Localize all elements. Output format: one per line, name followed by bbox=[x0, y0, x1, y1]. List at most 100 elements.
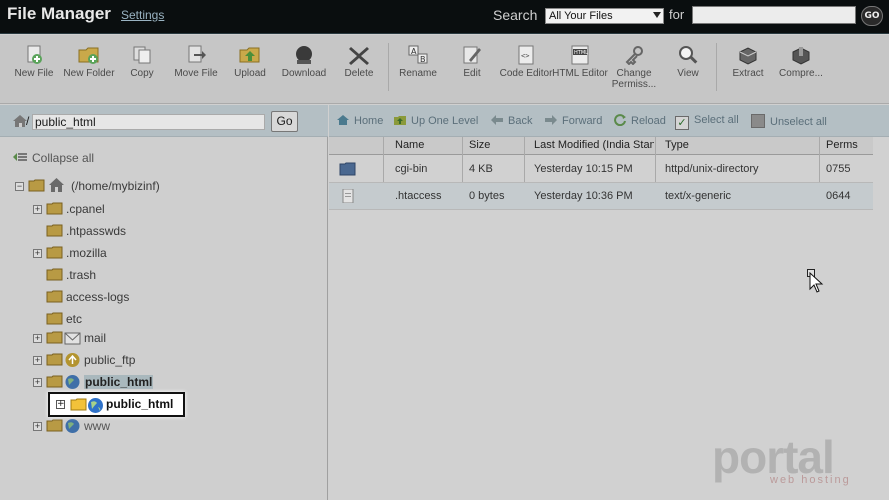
expand-toggle-icon[interactable]: + bbox=[33, 422, 42, 431]
compress-button[interactable]: Compre... bbox=[773, 45, 829, 79]
download-button[interactable]: Download bbox=[276, 45, 332, 79]
column-header-modified[interactable]: Last Modified (India Standard Time) bbox=[534, 139, 654, 151]
path-prefix: / bbox=[26, 114, 30, 128]
column-header-name[interactable]: Name bbox=[395, 139, 455, 151]
tree-item-public-ftp[interactable]: + public_ftp bbox=[33, 352, 233, 372]
arrow-left-icon bbox=[491, 115, 503, 125]
new-file-label: New File bbox=[14, 68, 54, 79]
file-name: cgi-bin bbox=[395, 163, 428, 175]
column-header-type[interactable]: Type bbox=[665, 139, 815, 151]
collapse-all-label: Collapse all bbox=[32, 151, 95, 165]
expand-toggle-icon[interactable]: + bbox=[33, 249, 42, 258]
folder-up-icon bbox=[394, 116, 406, 125]
tree-item-cpanel[interactable]: + .cpanel bbox=[33, 201, 233, 221]
svg-text:B: B bbox=[420, 55, 426, 64]
code-editor-button[interactable]: <> Code Editor bbox=[498, 45, 554, 79]
tree-item-public-html-highlighted[interactable]: + public_html bbox=[48, 392, 185, 417]
copy-button[interactable]: Copy bbox=[114, 45, 170, 79]
change-permissions-label: Change Permiss... bbox=[611, 68, 657, 90]
folder-icon bbox=[70, 398, 87, 411]
delete-icon bbox=[349, 47, 369, 65]
path-input[interactable]: public_html bbox=[32, 114, 265, 130]
new-folder-button[interactable]: New Folder bbox=[61, 45, 117, 79]
column-header-size[interactable]: Size bbox=[469, 139, 519, 151]
expand-toggle-icon[interactable]: + bbox=[33, 356, 42, 365]
tree-item-public-html[interactable]: + public_html bbox=[33, 374, 233, 394]
upload-icon bbox=[239, 47, 260, 63]
delete-button[interactable]: Delete bbox=[331, 45, 387, 79]
checkbox-empty-icon bbox=[751, 114, 765, 128]
unselect-all-label: Unselect all bbox=[770, 116, 827, 128]
tree-item-label: mail bbox=[84, 331, 107, 345]
select-all-button[interactable]: ✓ Select all bbox=[675, 114, 739, 130]
forward-button[interactable]: Forward bbox=[544, 114, 602, 127]
move-file-button[interactable]: Move File bbox=[168, 45, 224, 79]
tree-item-www[interactable]: + www bbox=[33, 418, 233, 438]
new-file-button[interactable]: New File bbox=[6, 45, 62, 79]
view-button[interactable]: View bbox=[660, 45, 716, 79]
code-editor-icon: <> bbox=[518, 45, 534, 65]
new-folder-icon bbox=[78, 47, 99, 64]
svg-text:<>: <> bbox=[521, 52, 529, 60]
mouse-pointer-icon bbox=[809, 272, 824, 293]
rename-button[interactable]: AB Rename bbox=[390, 45, 446, 79]
reload-button[interactable]: Reload bbox=[613, 114, 666, 127]
expand-toggle-icon[interactable]: + bbox=[56, 400, 65, 409]
back-button[interactable]: Back bbox=[490, 114, 532, 127]
search-input[interactable] bbox=[692, 6, 856, 24]
file-modified: Yesterday 10:15 PM bbox=[534, 163, 633, 175]
html-editor-button[interactable]: HTML HTML Editor bbox=[552, 45, 608, 79]
column-header-perms[interactable]: Perms bbox=[826, 139, 871, 151]
tree-root-label: (/home/mybizinf) bbox=[71, 179, 160, 193]
collapse-all-button[interactable]: Collapse all bbox=[12, 151, 94, 165]
tree-root[interactable]: − (/home/mybizinf) bbox=[15, 178, 315, 198]
expand-toggle-icon[interactable]: + bbox=[33, 334, 42, 343]
settings-link[interactable]: Settings bbox=[121, 8, 164, 22]
view-label: View bbox=[677, 68, 699, 79]
edit-button[interactable]: Edit bbox=[444, 45, 500, 79]
file-modified: Yesterday 10:36 PM bbox=[534, 190, 633, 202]
file-type: httpd/unix-directory bbox=[665, 163, 759, 175]
search-scope-select[interactable]: All Your Files bbox=[545, 8, 664, 24]
app-title: File Manager bbox=[7, 4, 111, 23]
tree-item-access-logs[interactable]: access-logs bbox=[33, 289, 233, 309]
tree-item-trash[interactable]: .trash bbox=[33, 267, 233, 287]
forward-label: Forward bbox=[562, 115, 603, 127]
expand-toggle-icon[interactable]: + bbox=[33, 378, 42, 387]
folder-icon bbox=[46, 331, 63, 344]
search-go-button[interactable]: GO bbox=[861, 6, 883, 26]
tree-item-label: .cpanel bbox=[66, 202, 105, 216]
change-permissions-button[interactable]: Change Permiss... bbox=[606, 45, 662, 90]
tree-item-htpasswds[interactable]: .htpasswds bbox=[33, 223, 233, 243]
extract-icon bbox=[739, 47, 757, 65]
home-button[interactable]: Home bbox=[336, 114, 383, 127]
expand-toggle-icon[interactable]: + bbox=[33, 205, 42, 214]
reload-icon bbox=[614, 114, 626, 126]
tree-item-label: public_html bbox=[106, 397, 174, 411]
tree-item-label: etc bbox=[66, 312, 83, 326]
collapse-toggle-icon[interactable]: − bbox=[15, 182, 24, 191]
unselect-all-button[interactable]: Unselect all bbox=[751, 114, 827, 128]
move-file-label: Move File bbox=[174, 68, 218, 79]
svg-text:HTML: HTML bbox=[574, 50, 588, 56]
search-scope-value: All Your Files bbox=[549, 10, 613, 22]
upload-button[interactable]: Upload bbox=[222, 45, 278, 79]
folder-icon bbox=[46, 353, 63, 366]
table-row[interactable]: cgi-bin 4 KB Yesterday 10:15 PM httpd/un… bbox=[329, 156, 873, 183]
up-one-level-button[interactable]: Up One Level bbox=[393, 114, 478, 127]
tree-item-mozilla[interactable]: + .mozilla bbox=[33, 245, 233, 265]
folder-icon bbox=[339, 162, 356, 176]
tree-item-etc[interactable]: etc bbox=[33, 311, 233, 331]
extract-button[interactable]: Extract bbox=[720, 45, 776, 79]
home-icon bbox=[49, 178, 64, 192]
file-size: 4 KB bbox=[469, 163, 493, 175]
file-name: .htaccess bbox=[395, 190, 442, 202]
edit-label: Edit bbox=[463, 68, 481, 79]
table-row[interactable]: .htaccess 0 bytes Yesterday 10:36 PM tex… bbox=[329, 183, 873, 210]
file-icon bbox=[342, 189, 354, 203]
reload-label: Reload bbox=[631, 115, 666, 127]
path-go-button[interactable]: Go bbox=[271, 111, 298, 132]
folder-icon bbox=[46, 224, 63, 237]
for-label: for bbox=[669, 7, 685, 22]
tree-item-mail[interactable]: + mail bbox=[33, 330, 233, 350]
